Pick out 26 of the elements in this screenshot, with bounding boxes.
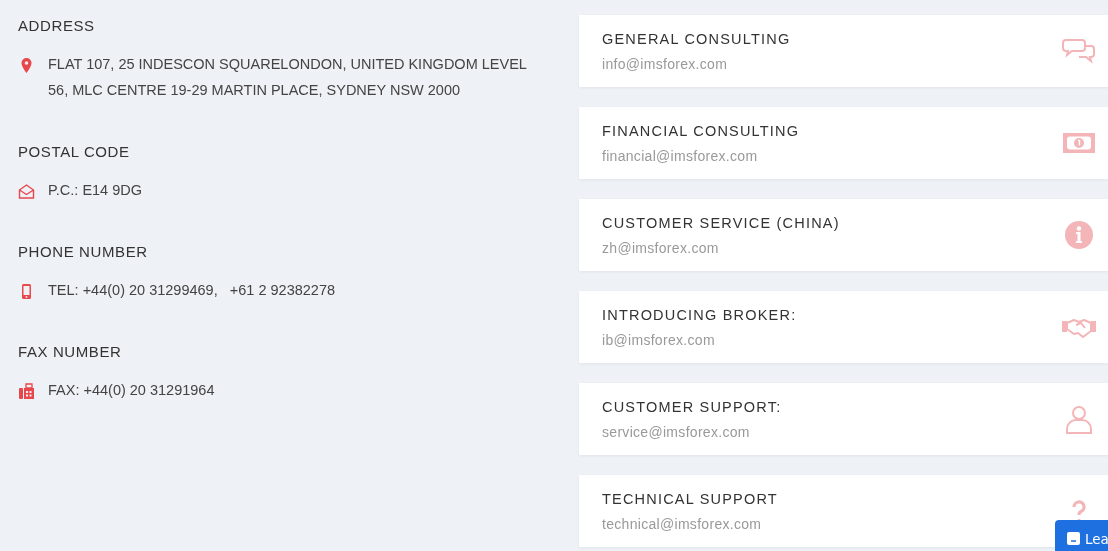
info-icon <box>1062 220 1096 250</box>
contact-detail: FAX: +44(0) 20 31291964 <box>48 381 215 400</box>
section-heading: ADDRESS <box>18 17 96 34</box>
section-heading: POSTAL CODE <box>18 143 131 160</box>
card-title: CUSTOMER SUPPORT: <box>602 398 782 415</box>
envelope-icon <box>18 183 35 200</box>
card-title: TECHNICAL SUPPORT <box>602 490 778 507</box>
email-link[interactable]: financial@imsforex.com <box>602 147 758 164</box>
section-heading: PHONE NUMBER <box>18 243 149 260</box>
chat-icon <box>1062 36 1096 66</box>
chat-button[interactable]: Lea <box>1055 520 1108 551</box>
fax-icon <box>18 383 35 400</box>
email-link[interactable]: technical@imsforex.com <box>602 515 762 532</box>
card-title: FINANCIAL CONSULTING <box>602 122 800 139</box>
contact-detail: P.C.: E14 9DG <box>48 181 143 200</box>
card-title: CUSTOMER SERVICE (CHINA) <box>602 214 840 231</box>
section-heading: FAX NUMBER <box>18 343 123 360</box>
contact-detail: FLAT 107, 25 INDESCON SQUARELONDON, UNITED KINGDOM LEVEL 56, MLC CENTRE 19-29 MARTIN PLACE, SYDNEY NSW 2000 <box>48 55 528 100</box>
email-link[interactable]: ib@imsforex.com <box>602 331 715 348</box>
email-link[interactable]: service@imsforex.com <box>602 423 750 440</box>
card-title: GENERAL CONSULTING <box>602 30 791 47</box>
card-title: INTRODUCING BROKER: <box>602 306 797 323</box>
email-link[interactable]: info@imsforex.com <box>602 55 728 72</box>
contact-detail: TEL: +44(0) 20 31299469, +61 2 92382278 <box>48 281 335 300</box>
message-icon <box>1067 532 1080 545</box>
email-link[interactable]: zh@imsforex.com <box>602 239 719 256</box>
